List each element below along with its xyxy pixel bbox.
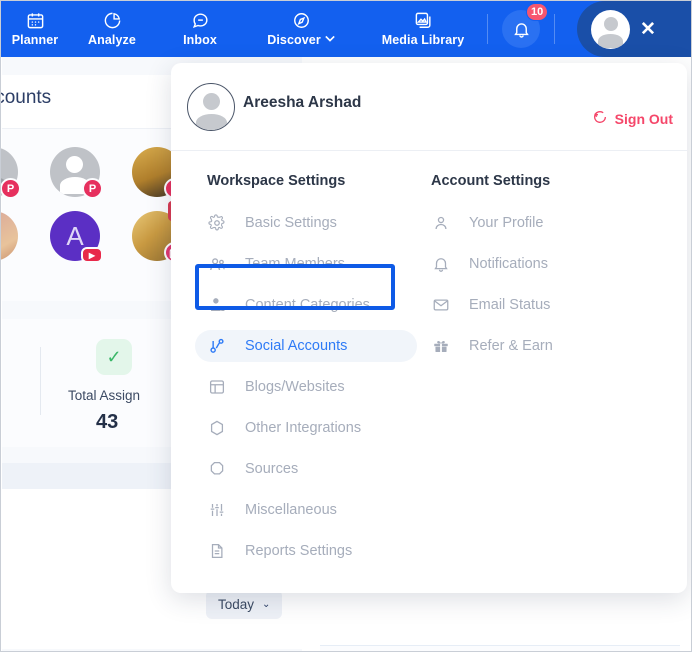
- menu-item-team-members[interactable]: Team Members: [207, 248, 419, 280]
- menu-label: Reports Settings: [245, 543, 353, 559]
- account-avatar[interactable]: A ▶: [50, 211, 103, 263]
- sign-out-icon: [592, 109, 608, 128]
- nav-divider: [554, 14, 555, 44]
- person-tag-icon: [207, 296, 227, 314]
- nav-label-media-library: Media Library: [381, 33, 465, 47]
- nav-label-analyze: Analyze: [88, 33, 136, 47]
- avatar: [591, 9, 630, 49]
- bell-icon: [431, 255, 451, 273]
- menu-item-other-integrations[interactable]: Other Integrations: [207, 412, 419, 444]
- chat-bubble-icon: [191, 11, 210, 30]
- notification-count-badge: 10: [526, 3, 549, 21]
- workspace-settings-column: Workspace Settings Basic Settings Team M…: [171, 173, 419, 576]
- stat-label: Total Assign: [68, 388, 141, 403]
- menu-label: Basic Settings: [245, 215, 337, 231]
- menu-label: Other Integrations: [245, 420, 362, 436]
- stat-value: 43: [96, 411, 119, 433]
- menu-label: Refer & Earn: [469, 338, 553, 354]
- menu-item-blogs-websites[interactable]: Blogs/Websites: [207, 371, 419, 403]
- account-settings-column: Account Settings Your Profile Notificati…: [419, 173, 687, 576]
- menu-label: Your Profile: [469, 215, 544, 231]
- workspace-settings-title: Workspace Settings: [207, 173, 346, 189]
- nav-item-planner[interactable]: Planner: [3, 1, 67, 57]
- menu-label: Content Categories: [245, 297, 370, 313]
- menu-label: Miscellaneous: [245, 502, 337, 518]
- nav-item-analyze[interactable]: Analyze: [67, 1, 157, 57]
- menu-item-refer-earn[interactable]: Refer & Earn: [431, 330, 687, 362]
- dropdown-body: Workspace Settings Basic Settings Team M…: [171, 151, 687, 576]
- pinterest-badge: P: [1, 178, 21, 199]
- menu-label: Sources: [245, 461, 299, 477]
- nav-item-discover[interactable]: Discover: [243, 1, 359, 57]
- user-name: Areesha Arshad: [243, 94, 362, 111]
- menu-label: Blogs/Websites: [245, 379, 345, 395]
- avatar-image: [1, 211, 18, 261]
- menu-item-reports-settings[interactable]: Reports Settings: [207, 535, 419, 567]
- menu-item-social-accounts[interactable]: Social Accounts: [195, 330, 417, 362]
- chevron-down-icon: [325, 34, 335, 44]
- menu-label: Email Status: [469, 297, 551, 313]
- user-icon: [431, 214, 451, 232]
- sliders-icon: [207, 501, 227, 519]
- dropdown-header: Areesha Arshad Sign Out: [171, 63, 687, 151]
- account-avatar[interactable]: ♪: [1, 211, 18, 261]
- today-label: Today: [218, 597, 255, 612]
- check-icon: ✓: [96, 339, 132, 375]
- menu-label: Team Members: [245, 256, 345, 272]
- menu-item-email-status[interactable]: Email Status: [431, 289, 687, 321]
- octagon-icon: [207, 460, 227, 478]
- document-icon: [207, 542, 227, 560]
- user-avatar-menu-button[interactable]: ✕: [577, 1, 691, 57]
- menu-label: Notifications: [469, 256, 548, 272]
- top-navigation-bar: Planner Analyze Inbox Discover Media Lib…: [1, 1, 691, 57]
- nav-label-discover-text: Discover: [267, 33, 321, 47]
- account-avatar[interactable]: P: [50, 147, 103, 199]
- app-window: al Accounts P P: [0, 0, 692, 652]
- menu-label: Social Accounts: [245, 338, 348, 354]
- envelope-icon: [431, 296, 451, 314]
- nav-label-planner: Planner: [11, 33, 59, 47]
- menu-item-notifications[interactable]: Notifications: [431, 248, 687, 280]
- sign-out-button[interactable]: Sign Out: [592, 109, 673, 128]
- account-avatar[interactable]: P: [1, 147, 21, 199]
- menu-item-miscellaneous[interactable]: Miscellaneous: [207, 494, 419, 526]
- account-settings-title: Account Settings: [431, 173, 551, 189]
- yesterday-panel: Yesterday: [320, 645, 680, 651]
- hexagon-icon: [207, 419, 227, 437]
- stat-divider: [40, 347, 41, 415]
- nav-item-inbox[interactable]: Inbox: [157, 1, 243, 57]
- nav-label-discover: Discover: [267, 33, 335, 47]
- menu-item-sources[interactable]: Sources: [207, 453, 419, 485]
- people-icon: [207, 255, 227, 274]
- gift-icon: [431, 337, 451, 355]
- account-dropdown-panel: Areesha Arshad Sign Out Workspace Settin…: [171, 63, 687, 593]
- youtube-badge: ▶: [81, 247, 103, 263]
- notifications-button[interactable]: 10: [488, 1, 554, 57]
- images-icon: [414, 11, 433, 30]
- share-node-icon: [207, 337, 227, 356]
- layout-icon: [207, 378, 227, 396]
- close-icon[interactable]: ✕: [640, 20, 656, 39]
- page-title: al Accounts: [1, 87, 52, 108]
- menu-item-your-profile[interactable]: Your Profile: [431, 207, 687, 239]
- compass-icon: [292, 11, 311, 30]
- nav-label-inbox: Inbox: [183, 33, 217, 47]
- nav-item-media-library[interactable]: Media Library: [359, 1, 487, 57]
- menu-item-basic-settings[interactable]: Basic Settings: [207, 207, 419, 239]
- pinterest-badge: P: [82, 178, 103, 199]
- today-dropdown-button[interactable]: Today ⌄: [206, 590, 283, 619]
- calendar-icon: [26, 11, 45, 30]
- gear-icon: [207, 214, 227, 232]
- pie-chart-icon: [103, 11, 122, 30]
- chevron-down-icon: ⌄: [262, 599, 271, 610]
- menu-item-content-categories[interactable]: Content Categories: [207, 289, 419, 321]
- sign-out-label: Sign Out: [614, 110, 673, 127]
- avatar: [187, 83, 235, 131]
